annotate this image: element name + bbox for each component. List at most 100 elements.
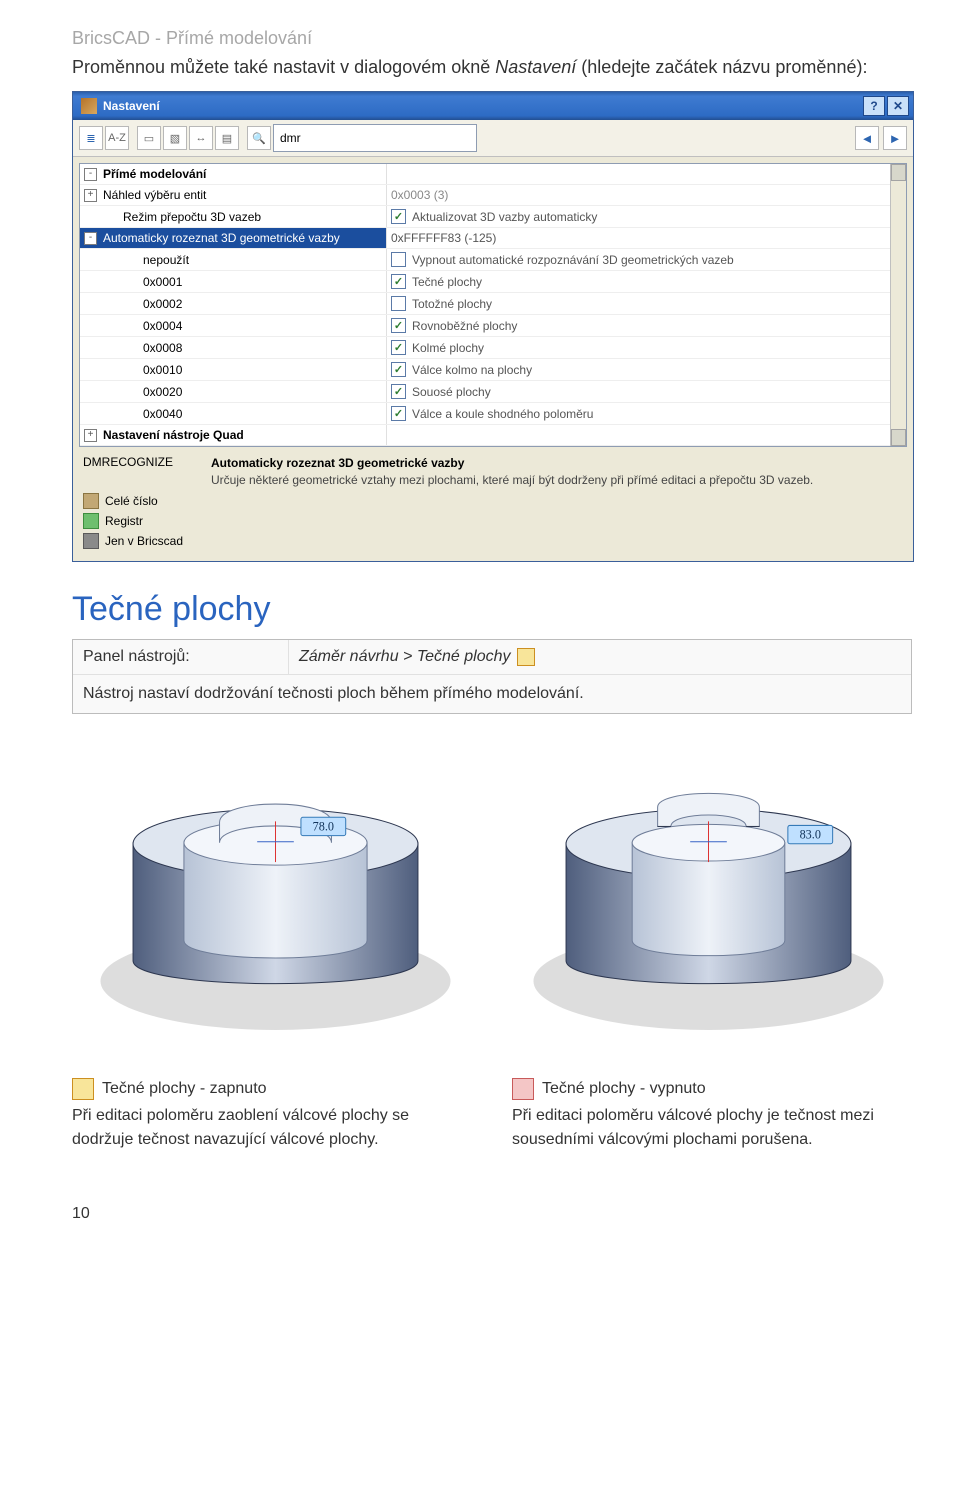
grid-row[interactable]: 0x0040 ✓ Válce a koule shodného poloměru — [80, 403, 890, 425]
row-value: Válce kolmo na plochy — [412, 363, 532, 377]
info-l1: Celé číslo — [105, 494, 158, 508]
row-value: Tečné plochy — [412, 275, 482, 289]
grid-row[interactable]: 0x0002 Totožné plochy — [80, 293, 890, 315]
var-name: DMRECOGNIZE — [83, 455, 203, 469]
tangent-on-icon — [72, 1078, 94, 1100]
grid-row[interactable]: -Automaticky rozeznat 3D geometrické vaz… — [80, 228, 890, 249]
grid-row[interactable]: + Náhled výběru entit 0x0003 (3) — [80, 185, 890, 206]
tangent-off-icon — [512, 1078, 534, 1100]
info-l3: Jen v Bricscad — [105, 534, 183, 548]
grid-row[interactable]: nepoužít Vypnout automatické rozpoznávání… — [80, 249, 890, 271]
panel-value: Záměr návrhu > Tečné plochy — [299, 648, 511, 666]
section-desc: Nástroj nastaví dodržování tečnosti ploc… — [73, 675, 911, 713]
dialog-titlebar: Nastavení ? ✕ — [73, 92, 913, 120]
bricscad-only-icon — [83, 533, 99, 549]
row-label: 0x0008 — [101, 341, 182, 355]
caption-right-body: Při editaci poloměru válcové plochy je t… — [512, 1104, 912, 1150]
section-heading: Tečné plochy — [72, 590, 912, 629]
category-icon[interactable]: ▧ — [163, 126, 187, 150]
panel-label: Panel nástrojů: — [73, 640, 289, 674]
checkbox[interactable]: ✓ — [391, 362, 406, 377]
grid-row[interactable]: 0x0010✓Válce kolmo na plochy — [80, 359, 890, 381]
grid-row[interactable]: + Nastavení nástroje Quad — [80, 425, 890, 446]
figure-tangent-off: 83.0 — [505, 742, 912, 1047]
dialog-title: Nastavení — [103, 99, 160, 113]
close-button[interactable]: ✕ — [887, 96, 909, 116]
grid-icon[interactable]: ▤ — [215, 126, 239, 150]
collapse-icon[interactable]: - — [84, 168, 97, 181]
row-value: Souosé plochy — [412, 385, 491, 399]
row-value: 0xFFFFFF83 (-125) — [391, 231, 496, 245]
registry-icon — [83, 513, 99, 529]
intro-post: (hledejte začátek názvu proměnné): — [576, 57, 867, 77]
az-sort-icon[interactable]: A‑Z — [105, 126, 129, 150]
dialog-toolbar: ≣ A‑Z ▭ ▧ ↔ ▤ 🔍 ◄ ► — [73, 120, 913, 157]
row-label: 0x0020 — [101, 385, 182, 399]
checkbox[interactable]: ✓ — [391, 406, 406, 421]
intro-ital: Nastavení — [495, 57, 576, 77]
arrows-icon[interactable]: ↔ — [189, 126, 213, 150]
fig-left-value: 78.0 — [313, 819, 334, 833]
page-number: 10 — [72, 1205, 912, 1223]
caption-left-body: Při editaci poloměru zaoblení válcové pl… — [72, 1104, 472, 1150]
row-label: Náhled výběru entit — [103, 188, 206, 202]
row-value: Totožné plochy — [412, 297, 492, 311]
tool-panel-box: Panel nástrojů: Záměr návrhu > Tečné plo… — [72, 639, 912, 714]
row-value: Vypnout automatické rozpoznávání 3D geom… — [412, 253, 734, 267]
find-icon[interactable]: 🔍 — [247, 126, 271, 150]
info-desc: Určuje některé geometrické vztahy mezi p… — [211, 472, 903, 489]
expand-icon[interactable]: + — [84, 189, 97, 202]
checkbox[interactable] — [391, 296, 406, 311]
grid-row[interactable]: 0x0001 ✓ Tečné plochy — [80, 271, 890, 293]
grid-row[interactable]: Režim přepočtu 3D vazeb✓Aktualizovat 3D … — [80, 206, 890, 228]
row-label: 0x0040 — [101, 407, 182, 421]
row-label: Automaticky rozeznat 3D geometrické vazb… — [103, 231, 340, 245]
scroll-down-icon[interactable] — [891, 429, 906, 446]
row-label: 0x0004 — [101, 319, 182, 333]
figure-tangent-on: 78.0 — [72, 742, 479, 1047]
grid-row[interactable]: -Přímé modelování — [80, 164, 890, 185]
row-value: 0x0003 (3) — [391, 188, 448, 202]
doc-header: BricsCAD - Přímé modelování — [72, 28, 912, 49]
row-label: nepoužít — [101, 253, 189, 267]
row-label: Nastavení nástroje Quad — [103, 428, 244, 442]
checkbox[interactable]: ✓ — [391, 340, 406, 355]
checkbox[interactable]: ✓ — [391, 209, 406, 224]
checkbox[interactable] — [391, 252, 406, 267]
settings-dialog: Nastavení ? ✕ ≣ A‑Z ▭ ▧ ↔ ▤ 🔍 ◄ ► -Přímé… — [72, 91, 914, 562]
grid-row[interactable]: 0x0008 ✓ Kolmé plochy — [80, 337, 890, 359]
help-button[interactable]: ? — [863, 96, 885, 116]
expand-icon[interactable]: + — [84, 429, 97, 442]
info-panel: DMRECOGNIZE Automaticky rozeznat 3D geom… — [79, 447, 907, 551]
settings-grid: -Přímé modelování+Náhled výběru entit0x0… — [79, 163, 907, 447]
collapse-icon[interactable]: - — [84, 232, 97, 245]
int-type-icon — [83, 493, 99, 509]
row-label: Přímé modelování — [103, 167, 206, 181]
checkbox[interactable]: ✓ — [391, 274, 406, 289]
search-input[interactable] — [273, 124, 477, 152]
caption-left-title: Tečné plochy - zapnuto — [102, 1077, 267, 1100]
intro-paragraph: Proměnnou můžete také nastavit v dialogo… — [72, 55, 912, 79]
info-title: Automaticky rozeznat 3D geometrické vazb… — [211, 455, 903, 472]
grid-row[interactable]: 0x0004 ✓ Rovnoběžné plochy — [80, 315, 890, 337]
tangent-faces-icon — [517, 648, 535, 666]
fig-right-value: 83.0 — [800, 828, 821, 842]
checkbox[interactable]: ✓ — [391, 384, 406, 399]
info-l2: Registr — [105, 514, 143, 528]
row-value: Aktualizovat 3D vazby automaticky — [412, 210, 597, 224]
checkbox[interactable]: ✓ — [391, 318, 406, 333]
prev-button[interactable]: ◄ — [855, 126, 879, 150]
app-icon — [81, 98, 97, 114]
grid-row[interactable]: 0x0020 ✓ Souosé plochy — [80, 381, 890, 403]
intro-pre: Proměnnou můžete také nastavit v dialogo… — [72, 57, 495, 77]
vertical-scrollbar[interactable] — [890, 164, 906, 446]
expand-icon[interactable]: ▭ — [137, 126, 161, 150]
row-value: Válce a koule shodného poloměru — [412, 407, 593, 421]
next-button[interactable]: ► — [883, 126, 907, 150]
tree-view-icon[interactable]: ≣ — [79, 126, 103, 150]
row-label: 0x0002 — [101, 297, 182, 311]
row-value: Rovnoběžné plochy — [412, 319, 517, 333]
row-value: Kolmé plochy — [412, 341, 484, 355]
row-label: 0x0001 — [101, 275, 182, 289]
scroll-up-icon[interactable] — [891, 164, 906, 181]
